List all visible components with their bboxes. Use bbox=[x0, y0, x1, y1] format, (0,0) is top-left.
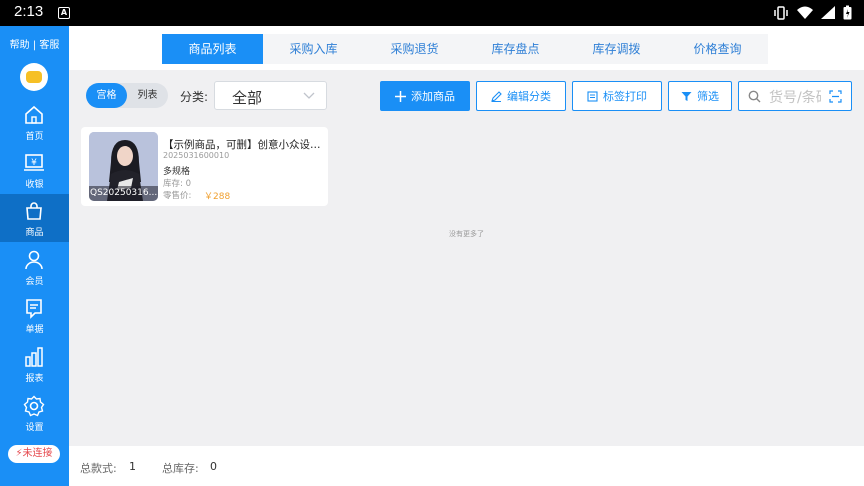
connection-status-badge[interactable]: ⚡未连接 bbox=[8, 445, 60, 463]
edit-category-label: 编辑分类 bbox=[507, 90, 551, 103]
tab-price-lookup[interactable]: 价格查询 bbox=[667, 34, 768, 64]
bag-icon bbox=[26, 202, 42, 220]
connection-status-label: 未连接 bbox=[22, 448, 53, 459]
status-bar: 2:13 A bbox=[0, 0, 864, 26]
product-stock-value: 0 bbox=[185, 179, 191, 189]
nav-home-label: 首页 bbox=[25, 132, 44, 142]
nav-members-label: 会员 bbox=[25, 277, 44, 287]
search-input[interactable]: 货号/条码 bbox=[738, 81, 852, 111]
total-stock-value: 0 bbox=[210, 460, 217, 473]
sidebar: 帮助 | 客服 首页 ¥ 收银 商品 会员 单据 报表 设置 ⚡未连接 bbox=[0, 26, 69, 486]
product-price: ￥288 bbox=[204, 192, 231, 202]
category-label: 分类: bbox=[180, 90, 209, 104]
filter-label: 筛选 bbox=[697, 90, 719, 103]
total-stock-label: 总库存: bbox=[162, 462, 199, 475]
product-code: 2025031600010 bbox=[163, 151, 230, 160]
category-value: 全部 bbox=[232, 89, 263, 107]
member-icon bbox=[25, 250, 43, 270]
tab-stock-transfer[interactable]: 库存调拨 bbox=[566, 34, 667, 64]
nav-reports[interactable]: 报表 bbox=[0, 340, 69, 388]
nav-cashier-label: 收银 bbox=[25, 180, 44, 190]
help-link[interactable]: 帮助 | 客服 bbox=[0, 36, 69, 51]
tab-stocktake[interactable]: 库存盘点 bbox=[465, 34, 566, 64]
receipt-icon bbox=[26, 299, 42, 319]
chevron-down-icon bbox=[303, 92, 315, 99]
grid-view-button[interactable]: 宫格 bbox=[86, 83, 127, 108]
add-product-button[interactable]: 添加商品 bbox=[380, 81, 470, 111]
product-thumb-code: QS20250316... bbox=[89, 186, 158, 201]
search-icon bbox=[748, 90, 761, 103]
tab-purchase-return[interactable]: 采购退货 bbox=[364, 34, 465, 64]
gear-icon bbox=[23, 395, 45, 417]
category-select[interactable]: 全部 bbox=[214, 81, 327, 110]
filter-icon bbox=[681, 91, 692, 101]
tab-product-list[interactable]: 商品列表 bbox=[162, 34, 263, 64]
product-name: 【示例商品，可删】创意小众设计感 bbox=[163, 139, 323, 151]
nav-members[interactable]: 会员 bbox=[0, 243, 69, 291]
nav-products[interactable]: 商品 bbox=[0, 194, 69, 242]
chart-icon bbox=[25, 347, 43, 367]
nav-settings[interactable]: 设置 bbox=[0, 389, 69, 437]
nav-documents-label: 单据 bbox=[25, 325, 44, 335]
label-print-button[interactable]: 标签打印 bbox=[572, 81, 662, 111]
product-spec: 多规格 bbox=[163, 167, 191, 177]
plus-icon bbox=[395, 90, 406, 102]
product-price-label: 零售价: bbox=[163, 191, 192, 201]
cashier-icon: ¥ bbox=[24, 154, 44, 171]
wifi-icon bbox=[797, 6, 813, 19]
product-stock-label: 库存: bbox=[163, 179, 183, 189]
vibrate-icon bbox=[774, 5, 788, 20]
total-styles-label: 总款式: bbox=[80, 462, 117, 475]
disconnected-icon: ⚡ bbox=[15, 448, 23, 459]
add-product-label: 添加商品 bbox=[411, 90, 455, 103]
battery-icon bbox=[843, 5, 852, 20]
no-more-text: 没有更多了 bbox=[449, 230, 484, 238]
tab-bar: 商品列表 采购入库 采购退货 库存盘点 库存调拨 价格查询 bbox=[69, 26, 864, 70]
toolbar: 宫格 列表 分类: 全部 添加商品 编辑分类 标签打印 筛选 货号/条码 bbox=[69, 70, 864, 120]
summary-footer: 总款式: 1 总库存: 0 bbox=[69, 446, 864, 486]
edit-icon bbox=[491, 90, 502, 102]
nav-cashier[interactable]: ¥ 收银 bbox=[0, 146, 69, 194]
status-time: 2:13 bbox=[14, 3, 44, 20]
search-placeholder: 货号/条码 bbox=[769, 90, 821, 106]
notification-icon: A bbox=[58, 7, 70, 19]
svg-text:¥: ¥ bbox=[31, 158, 37, 168]
label-print-label: 标签打印 bbox=[603, 90, 647, 103]
store-logo[interactable] bbox=[20, 63, 48, 91]
product-thumbnail: QS20250316... bbox=[89, 132, 158, 201]
list-view-button[interactable]: 列表 bbox=[127, 83, 168, 108]
nav-home[interactable]: 首页 bbox=[0, 98, 69, 146]
nav-reports-label: 报表 bbox=[25, 374, 44, 384]
nav-settings-label: 设置 bbox=[25, 423, 44, 433]
tab-purchase-in[interactable]: 采购入库 bbox=[263, 34, 364, 64]
home-icon bbox=[25, 105, 43, 124]
signal-icon bbox=[821, 6, 835, 19]
product-stock: 库存: 0 bbox=[163, 177, 191, 189]
product-grid: QS20250316... 【示例商品，可删】创意小众设计感 202503160… bbox=[69, 120, 864, 446]
product-card[interactable]: QS20250316... 【示例商品，可删】创意小众设计感 202503160… bbox=[81, 127, 328, 206]
view-toggle: 宫格 列表 bbox=[86, 83, 168, 108]
filter-button[interactable]: 筛选 bbox=[668, 81, 732, 111]
nav-products-label: 商品 bbox=[25, 228, 44, 238]
edit-category-button[interactable]: 编辑分类 bbox=[476, 81, 566, 111]
print-icon bbox=[587, 90, 598, 102]
nav-documents[interactable]: 单据 bbox=[0, 291, 69, 339]
total-styles-value: 1 bbox=[129, 460, 136, 473]
scan-icon[interactable] bbox=[829, 90, 842, 103]
